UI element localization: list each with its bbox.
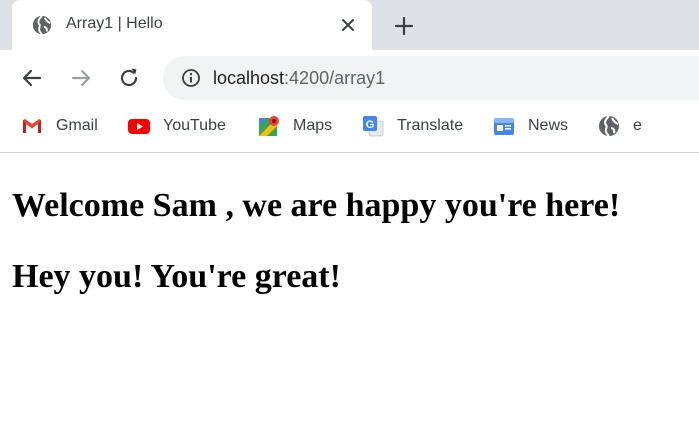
bookmark-label: Translate bbox=[397, 117, 464, 134]
plus-icon[interactable] bbox=[392, 14, 416, 38]
browser-toolbar: localhost:4200/array1 bbox=[0, 50, 699, 106]
maps-icon bbox=[259, 116, 279, 136]
url-host: localhost bbox=[213, 68, 285, 88]
arrow-left-icon[interactable] bbox=[20, 66, 44, 90]
globe-icon bbox=[599, 115, 619, 137]
url-path: :4200/array1 bbox=[284, 68, 386, 88]
translate-icon: G bbox=[363, 116, 384, 137]
bookmark-label: e bbox=[633, 117, 642, 134]
compliment-heading: Hey you! You're great! bbox=[12, 258, 341, 295]
bookmark-label: Gmail bbox=[56, 117, 98, 134]
reload-icon[interactable] bbox=[117, 66, 141, 90]
close-icon[interactable] bbox=[338, 15, 358, 35]
bookmark-label: Maps bbox=[293, 117, 333, 134]
info-icon[interactable] bbox=[181, 68, 201, 88]
bookmark-youtube[interactable]: YouTube bbox=[127, 106, 226, 146]
bookmarks-bar: Gmail YouTube Maps G Translate News e bbox=[0, 106, 699, 153]
bookmark-translate[interactable]: G Translate bbox=[361, 106, 463, 146]
welcome-heading: Welcome Sam , we are happy you're here! bbox=[12, 187, 621, 224]
bookmark-maps[interactable]: Maps bbox=[257, 106, 332, 146]
news-icon bbox=[494, 118, 514, 135]
bookmark-e[interactable]: e bbox=[597, 106, 642, 146]
url-text[interactable]: localhost:4200/array1 bbox=[213, 68, 385, 89]
youtube-icon bbox=[128, 119, 150, 134]
browser-tab[interactable]: Array1 | Hello bbox=[12, 0, 372, 50]
tab-title: Array1 | Hello bbox=[66, 15, 163, 32]
address-bar[interactable]: localhost:4200/array1 bbox=[163, 56, 699, 100]
bookmark-label: YouTube bbox=[163, 117, 226, 134]
tab-strip: Array1 | Hello bbox=[0, 0, 699, 50]
bookmark-gmail[interactable]: Gmail bbox=[20, 106, 98, 146]
bookmark-label: News bbox=[528, 117, 569, 134]
arrow-right-icon[interactable] bbox=[69, 66, 93, 90]
gmail-icon bbox=[23, 119, 41, 133]
svg-text:G: G bbox=[366, 119, 375, 131]
globe-icon bbox=[32, 15, 52, 35]
bookmark-news[interactable]: News bbox=[492, 106, 568, 146]
